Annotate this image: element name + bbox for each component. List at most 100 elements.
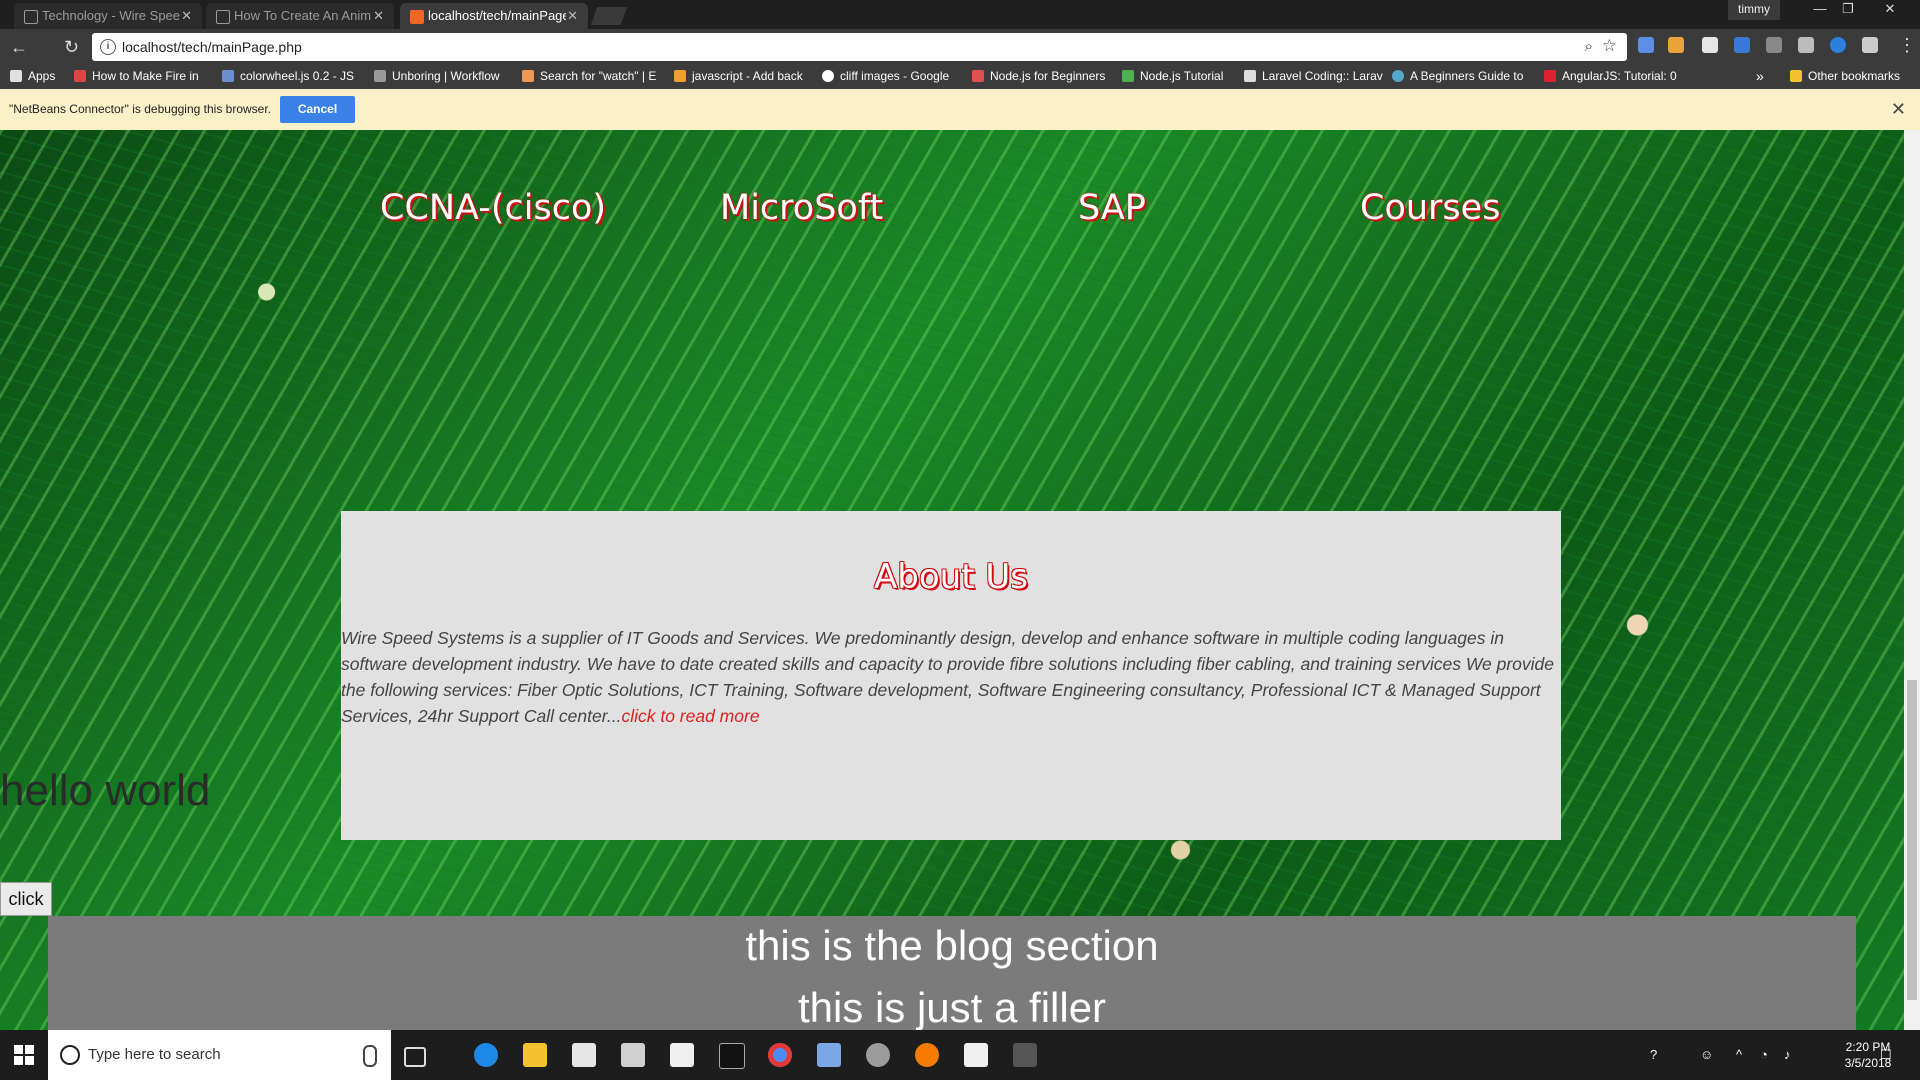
css-extension-icon[interactable]: [1734, 37, 1750, 53]
profile-button[interactable]: timmy: [1728, 0, 1780, 20]
nav-link-sap[interactable]: SAP: [1078, 188, 1146, 228]
more-bookmarks-chevron[interactable]: »: [1756, 65, 1770, 87]
edge-icon[interactable]: [474, 1043, 498, 1067]
search-placeholder: Type here to search: [88, 1046, 221, 1063]
terminal-icon[interactable]: [719, 1043, 745, 1069]
tab-title: localhost/tech/mainPage: [428, 8, 566, 23]
blog-filler: this is just a filler: [797, 984, 1107, 1030]
page-viewport: CCNA-(cisco) MicroSoft SAP Courses About…: [0, 130, 1904, 1030]
help-icon[interactable]: ?: [1650, 1030, 1657, 1080]
page-icon: [216, 10, 230, 24]
netbeans-icon[interactable]: [817, 1043, 841, 1067]
chrome-icon[interactable]: [768, 1043, 792, 1067]
apps-grid-icon: [10, 70, 22, 82]
about-heading: About Us: [874, 557, 1028, 597]
windows-start-icon[interactable]: [14, 1045, 34, 1065]
info-icon[interactable]: i: [100, 39, 116, 55]
other-bookmarks[interactable]: Other bookmarks: [1790, 65, 1910, 87]
people-icon[interactable]: ☺: [1700, 1030, 1713, 1080]
wifi-icon[interactable]: ◔: [1760, 1030, 1768, 1080]
bookmark-apps[interactable]: Apps: [10, 65, 70, 87]
browser-toolbar: ← ↻ i localhost/tech/mainPage.php ⌕ ☆ ⋮: [0, 29, 1920, 65]
tab-how-to-create[interactable]: How To Create An Anim ✕: [206, 3, 394, 29]
nav-link-microsoft[interactable]: MicroSoft: [720, 188, 883, 228]
netbeans-icon: [410, 10, 424, 24]
bookmark-star-icon[interactable]: ☆: [1602, 36, 1617, 56]
tab-localhost-mainpage[interactable]: localhost/tech/mainPage ✕: [400, 3, 588, 29]
task-view-icon[interactable]: [404, 1047, 426, 1067]
bookmark-icon: [1392, 70, 1404, 82]
blender-icon[interactable]: [915, 1043, 939, 1067]
bookmark-item[interactable]: A Beginners Guide to: [1392, 65, 1542, 87]
folder-icon: [1790, 70, 1802, 82]
click-button[interactable]: click: [0, 882, 52, 916]
file-explorer-icon[interactable]: [523, 1043, 547, 1067]
bookmark-icon: [522, 70, 534, 82]
nav-link-ccna[interactable]: CCNA-(cisco): [380, 188, 606, 228]
cortana-icon: [60, 1045, 80, 1065]
bookmark-item[interactable]: javascript - Add back: [674, 65, 812, 87]
about-section: About Us Wire Speed Systems is a supplie…: [341, 511, 1561, 840]
tab-strip: Technology - Wire Spee ✕ How To Create A…: [0, 0, 1920, 29]
reload-icon[interactable]: ↻: [64, 37, 79, 58]
menu-icon[interactable]: ⋮: [1898, 35, 1916, 56]
close-window-icon[interactable]: ✕: [1876, 0, 1904, 20]
bookmark-icon: [374, 70, 386, 82]
back-icon[interactable]: ←: [10, 37, 28, 58]
mail-icon[interactable]: [670, 1043, 694, 1067]
mail-extension-icon[interactable]: [1702, 37, 1718, 53]
extension-icon[interactable]: [1766, 37, 1782, 53]
bookmarks-bar: Apps How to Make Fire in colorwheel.js 0…: [0, 65, 1920, 89]
bookmark-icon: [1244, 70, 1256, 82]
word-extension-icon[interactable]: [1862, 37, 1878, 53]
stackoverflow-icon: [674, 70, 686, 82]
bookmark-item[interactable]: colorwheel.js 0.2 - JS: [222, 65, 360, 87]
microphone-icon[interactable]: [363, 1045, 377, 1067]
zoom-icon[interactable]: ⌕: [1585, 38, 1593, 55]
cancel-button[interactable]: Cancel: [280, 96, 355, 123]
app-icon[interactable]: [1013, 1043, 1037, 1067]
url-text[interactable]: localhost/tech/mainPage.php: [122, 33, 302, 61]
photos-icon[interactable]: [964, 1043, 988, 1067]
page-icon: [24, 10, 38, 24]
scrollbar-thumb[interactable]: [1907, 680, 1917, 1000]
bookmark-item[interactable]: cliff images - Google: [822, 65, 962, 87]
bookmark-item[interactable]: How to Make Fire in: [74, 65, 210, 87]
extension-icon[interactable]: [1798, 37, 1814, 53]
bookmark-item[interactable]: Laravel Coding:: Larav: [1244, 65, 1390, 87]
extension-icon[interactable]: [1638, 37, 1654, 53]
extension-icon[interactable]: [1830, 37, 1846, 53]
app-icon[interactable]: [866, 1043, 890, 1067]
nav-link-courses[interactable]: Courses: [1360, 188, 1500, 228]
close-tab-icon[interactable]: ✕: [567, 3, 578, 29]
hello-world-text: hello world: [0, 766, 211, 815]
debug-infobar: "NetBeans Connector" is debugging this b…: [0, 89, 1920, 131]
close-tab-icon[interactable]: ✕: [181, 3, 192, 29]
blog-section: this is the blog section this is just a …: [48, 916, 1856, 1030]
chevron-up-icon[interactable]: ^: [1736, 1030, 1742, 1080]
close-tab-icon[interactable]: ✕: [373, 3, 384, 29]
bookmark-icon: [1122, 70, 1134, 82]
page-scrollbar[interactable]: [1904, 130, 1920, 1030]
new-tab-button[interactable]: [590, 7, 628, 25]
bookmark-item[interactable]: AngularJS: Tutorial: 0: [1544, 65, 1680, 87]
volume-icon[interactable]: ♪: [1784, 1030, 1791, 1080]
dropbox-icon[interactable]: [621, 1043, 645, 1067]
restore-icon[interactable]: ❐: [1834, 0, 1862, 20]
tab-technology[interactable]: Technology - Wire Spee ✕: [14, 3, 202, 29]
store-icon[interactable]: [572, 1043, 596, 1067]
tab-title: How To Create An Anim: [234, 8, 372, 23]
address-bar[interactable]: i localhost/tech/mainPage.php ⌕ ☆: [92, 33, 1627, 61]
bookmark-item[interactable]: Node.js Tutorial: [1122, 65, 1242, 87]
bookmark-item[interactable]: Node.js for Beginners: [972, 65, 1114, 87]
bookmark-item[interactable]: Search for "watch" | E: [522, 65, 662, 87]
close-icon[interactable]: ✕: [1891, 89, 1906, 130]
taskbar-search-box[interactable]: Type here to search: [48, 1030, 391, 1080]
bookmark-icon: [972, 70, 984, 82]
bookmark-item[interactable]: Unboring | Workflow: [374, 65, 510, 87]
notifications-icon[interactable]: ☐: [1880, 1030, 1892, 1080]
minimize-icon[interactable]: —: [1806, 0, 1834, 20]
read-more-link[interactable]: click to read more: [621, 706, 759, 726]
extension-icon[interactable]: [1668, 37, 1684, 53]
google-icon: [822, 70, 834, 82]
